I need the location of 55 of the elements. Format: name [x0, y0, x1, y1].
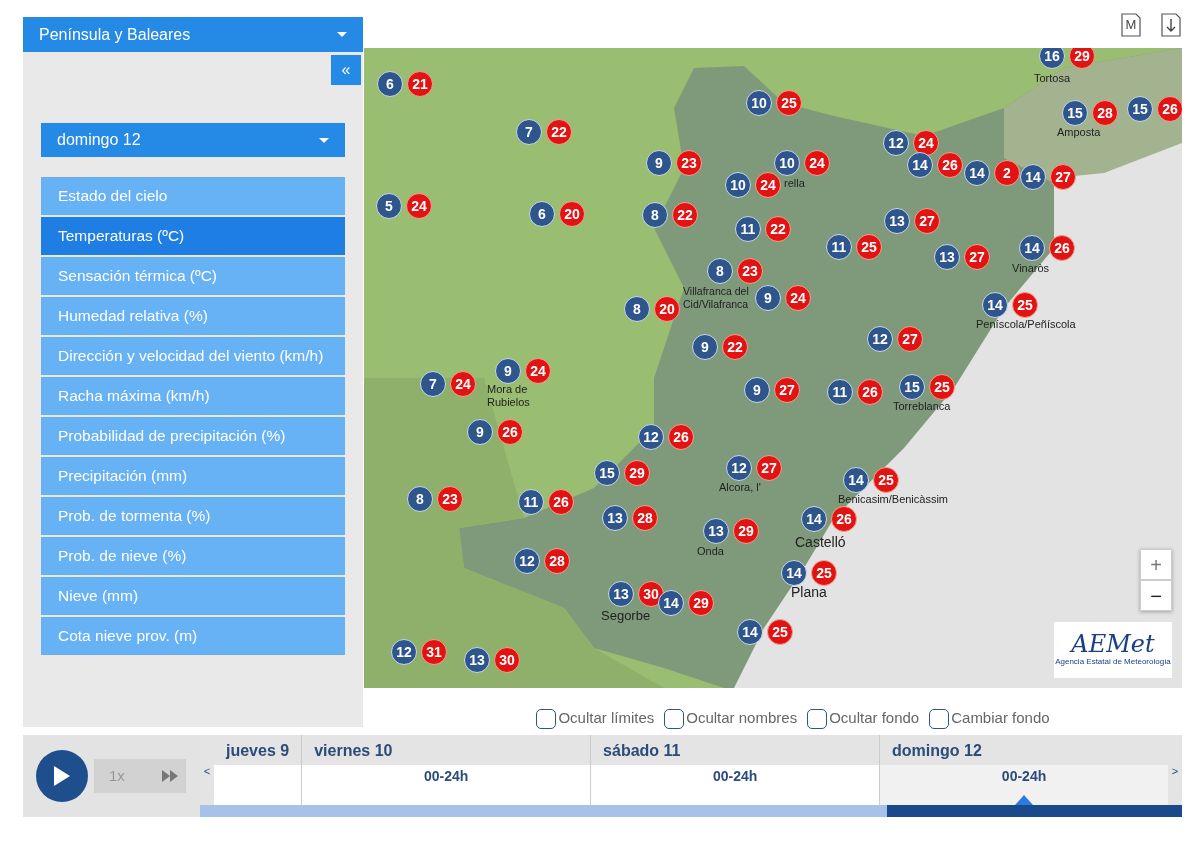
variable-item[interactable]: Estado del cielo [41, 177, 345, 215]
day-dropdown[interactable]: domingo 12 [41, 123, 345, 157]
variable-item[interactable]: Racha máxima (km/h) [41, 377, 345, 415]
variable-item[interactable]: Sensación térmica (ºC) [41, 257, 345, 295]
caret-icon [337, 32, 347, 37]
variable-item[interactable]: Prob. de tormenta (%) [41, 497, 345, 535]
place-name: Villafranca del Cid/Vilafranca [683, 285, 750, 311]
play-icon [53, 765, 71, 787]
option-checkbox[interactable]: Cambiar fondo [929, 702, 1050, 735]
previous-button[interactable]: < [200, 735, 214, 805]
next-button[interactable]: > [1168, 735, 1182, 805]
option-checkbox[interactable]: Ocultar nombres [664, 702, 798, 735]
place-name: Tortosa [1034, 72, 1071, 85]
day-column[interactable]: viernes 10 00-24h [301, 735, 591, 805]
variable-item[interactable]: Nieve (mm) [41, 577, 345, 615]
day-label: viernes 10 [302, 735, 591, 765]
day-column[interactable]: sábado 11 00-24h [590, 735, 880, 805]
day-label: sábado 11 [591, 735, 880, 765]
period-label: 00-24h [1001, 768, 1047, 784]
period-label: 00-24h [423, 768, 469, 784]
logo-text: AEMet [1071, 632, 1155, 656]
place-name: rella [784, 177, 805, 190]
place-name: Benicasim/Benicàssim [838, 493, 949, 506]
place-name: Onda [697, 545, 724, 558]
place-name: Amposta [1057, 126, 1101, 139]
variable-item[interactable]: Probabilidad de precipitación (%) [41, 417, 345, 455]
variable-item[interactable]: Temperaturas (ºC) [41, 217, 345, 255]
place-name: Peníscola/Peñíscola [976, 318, 1076, 331]
place-name: Segorbe [601, 608, 651, 624]
variable-item[interactable]: Prob. de nieve (%) [41, 537, 345, 575]
caret-icon [319, 137, 329, 143]
variable-item[interactable]: Humedad relativa (%) [41, 297, 345, 335]
variable-item[interactable]: Precipitación (mm) [41, 457, 345, 495]
place-name: Plana [791, 584, 827, 600]
logo-tagline: Agencia Estatal de Meteorología [1055, 656, 1171, 668]
variable-item[interactable]: Dirección y velocidad del viento (km/h) [41, 337, 345, 375]
variable-item[interactable]: Cota nieve prov. (m) [41, 617, 345, 655]
day-label: domingo 12 [880, 735, 1168, 765]
play-button[interactable] [36, 750, 88, 802]
day-column[interactable]: domingo 12 00-24h [879, 735, 1168, 805]
option-checkbox[interactable]: Ocultar límites [536, 702, 655, 735]
region-dropdown[interactable]: Península y Baleares [23, 17, 363, 52]
option-checkbox[interactable]: Ocultar fondo [807, 702, 920, 735]
place-name: Alcora, l' [719, 481, 761, 494]
place-name: Mora de Rubielos [487, 383, 531, 409]
period-label: 00-24h [712, 768, 758, 784]
zoom-out-button[interactable]: − [1140, 580, 1172, 611]
fast-forward-icon [162, 770, 178, 782]
place-name: Castelló [795, 534, 846, 550]
day-label: jueves 9 [214, 735, 302, 765]
download-icon[interactable] [1160, 13, 1182, 37]
speed-button[interactable]: 1x [94, 759, 186, 793]
collapse-button[interactable]: « [331, 55, 361, 85]
map-file-button[interactable]: M [1120, 13, 1142, 37]
zoom-in-button[interactable]: + [1140, 549, 1172, 580]
